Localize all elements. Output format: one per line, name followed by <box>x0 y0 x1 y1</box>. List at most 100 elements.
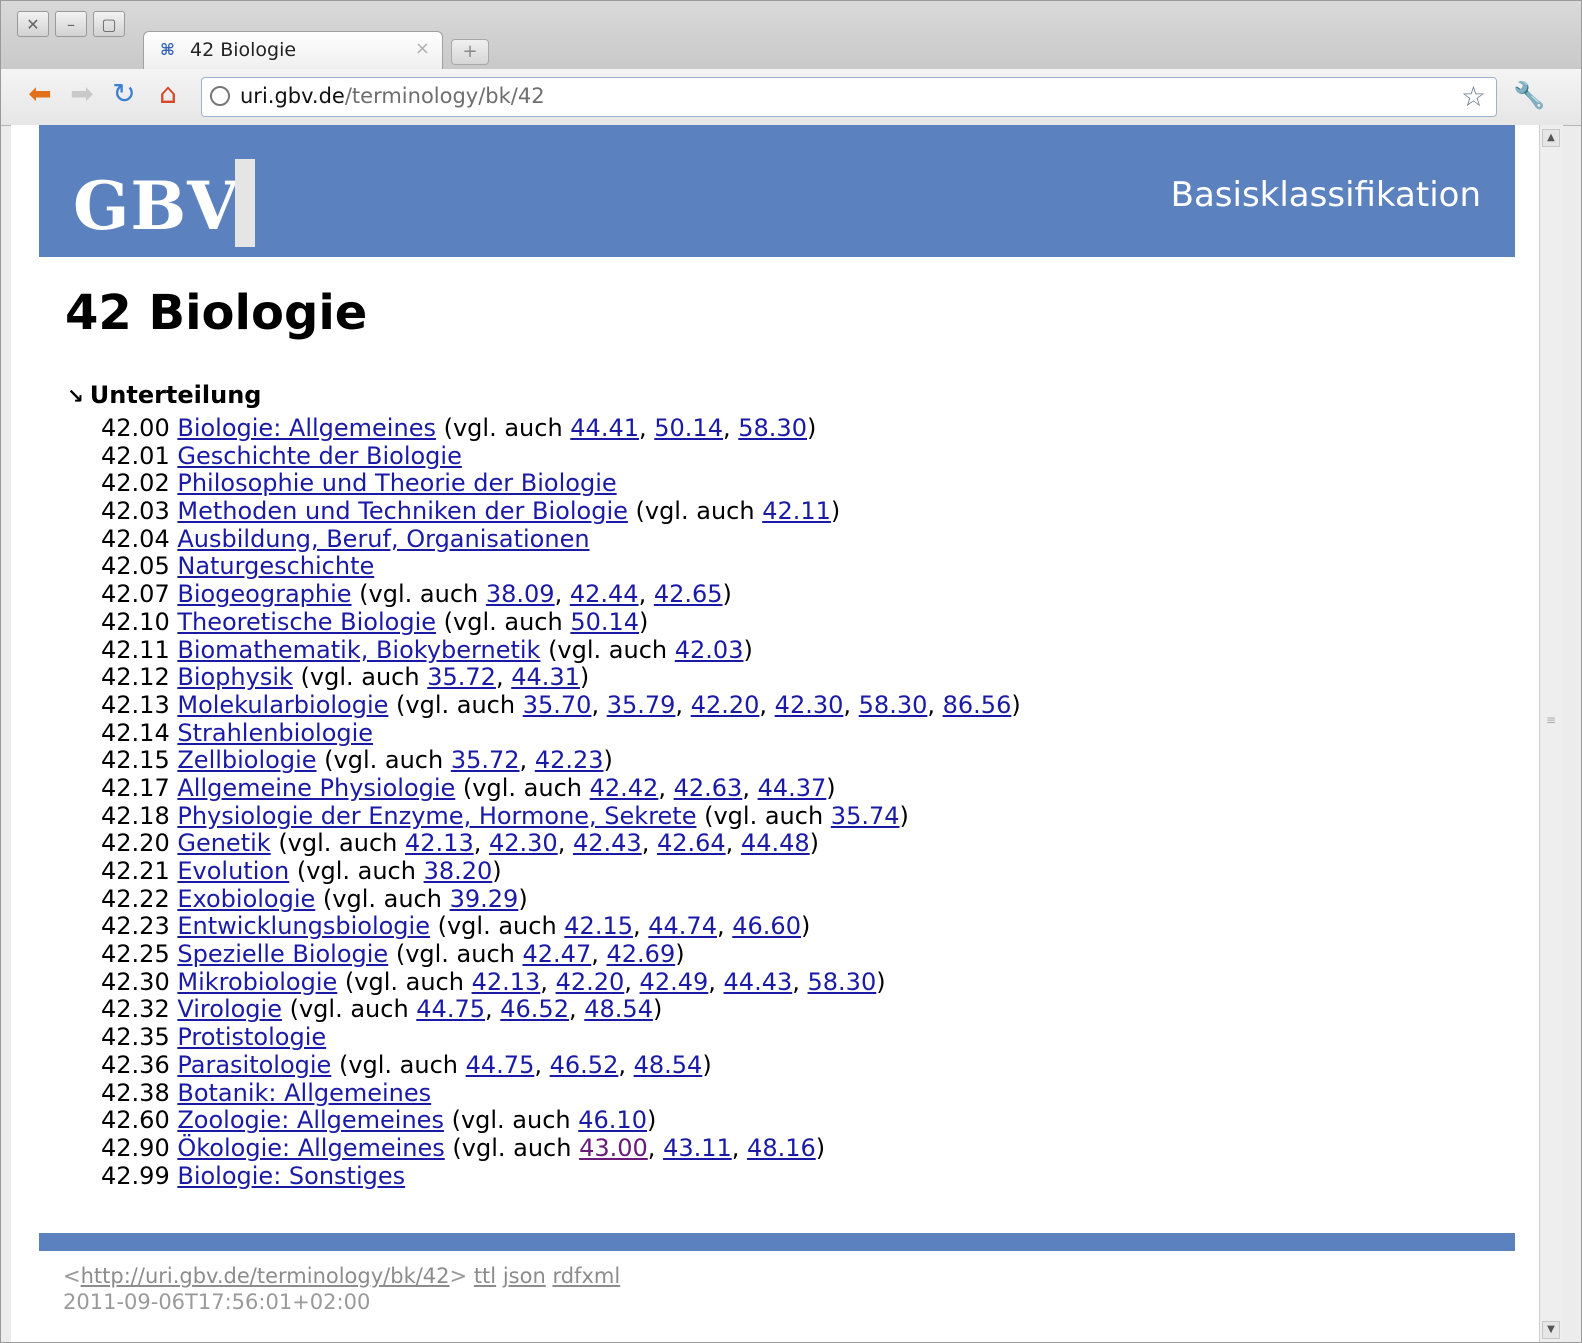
see-also-link[interactable]: 48.16 <box>747 1134 816 1162</box>
class-name-link[interactable]: Philosophie und Theorie der Biologie <box>177 469 616 498</box>
class-name-link[interactable]: Molekularbiologie <box>177 691 388 719</box>
class-name-link[interactable]: Genetik <box>177 829 270 857</box>
reload-icon[interactable]: ↻ <box>107 77 141 111</box>
window-minimize-button[interactable]: – <box>55 11 87 37</box>
browser-tab[interactable]: ⌘ 42 Biologie × <box>143 31 443 69</box>
class-name-link[interactable]: Parasitologie <box>177 1051 331 1079</box>
see-also-link[interactable]: 42.42 <box>590 774 659 802</box>
class-name-link[interactable]: Biologie: Sonstiges <box>177 1162 405 1190</box>
class-name-link[interactable]: Biogeographie <box>177 580 351 608</box>
see-also-link[interactable]: 35.72 <box>427 663 496 691</box>
see-also-link[interactable]: 42.03 <box>675 636 744 664</box>
see-also-link[interactable]: 46.60 <box>732 912 801 941</box>
bookmark-star-icon[interactable]: ☆ <box>1461 80 1486 113</box>
see-also-link[interactable]: 44.41 <box>570 414 639 442</box>
back-arrow-icon[interactable]: ⬅ <box>23 77 57 111</box>
class-name-link[interactable]: Biologie: Allgemeines <box>177 414 436 442</box>
see-also-link[interactable]: 46.52 <box>550 1051 619 1079</box>
see-also-link[interactable]: 42.30 <box>489 829 558 857</box>
class-name-link[interactable]: Geschichte der Biologie <box>177 442 461 470</box>
see-also-link[interactable]: 42.64 <box>657 829 726 857</box>
see-also-link[interactable]: 42.23 <box>535 746 604 774</box>
window-maximize-button[interactable]: ▢ <box>93 11 125 37</box>
class-name-link[interactable]: Ausbildung, Beruf, Organisationen <box>177 525 589 553</box>
class-name-link[interactable]: Strahlenbiologie <box>177 719 373 747</box>
scroll-grip-icon[interactable]: ≡ <box>1546 713 1556 727</box>
see-also-link[interactable]: 42.69 <box>607 940 676 968</box>
see-also-link[interactable]: 42.65 <box>654 580 723 608</box>
see-also-link[interactable]: 44.74 <box>648 912 717 941</box>
class-name-link[interactable]: Biophysik <box>177 663 293 691</box>
format-link-ttl[interactable]: ttl <box>474 1264 496 1288</box>
see-also-link[interactable]: 42.30 <box>775 691 844 719</box>
see-also-link[interactable]: 48.54 <box>634 1051 703 1079</box>
page-info-icon[interactable] <box>210 86 230 106</box>
vertical-scrollbar[interactable]: ▲ ≡ ▼ <box>1539 125 1563 1342</box>
window-close-button[interactable]: ✕ <box>17 11 49 37</box>
new-tab-button[interactable]: + <box>451 39 489 65</box>
see-also-link[interactable]: 86.56 <box>943 691 1012 719</box>
see-also-link[interactable]: 43.00 <box>579 1134 648 1162</box>
see-also-link[interactable]: 46.10 <box>578 1106 647 1134</box>
class-name-link[interactable]: Evolution <box>177 857 289 885</box>
format-link-json[interactable]: json <box>503 1264 546 1288</box>
see-also-link[interactable]: 42.13 <box>472 968 541 996</box>
see-also-link[interactable]: 35.72 <box>451 746 520 774</box>
see-also-link[interactable]: 44.48 <box>741 829 810 857</box>
see-also-link[interactable]: 44.37 <box>758 774 827 802</box>
see-also-link[interactable]: 50.14 <box>654 414 723 442</box>
scroll-up-icon[interactable]: ▲ <box>1542 129 1560 147</box>
class-name-link[interactable]: Exobiologie <box>177 885 315 913</box>
see-also-link[interactable]: 42.13 <box>405 829 474 857</box>
see-also-link[interactable]: 35.74 <box>831 802 900 830</box>
class-name-link[interactable]: Naturgeschichte <box>177 552 374 581</box>
class-name-link[interactable]: Allgemeine Physiologie <box>177 774 455 802</box>
forward-arrow-icon[interactable]: ➡ <box>65 77 99 111</box>
see-also-link[interactable]: 38.09 <box>486 580 555 608</box>
gbv-logo[interactable]: GBV <box>73 167 239 245</box>
see-also-link[interactable]: 58.30 <box>808 968 877 996</box>
see-also-link[interactable]: 43.11 <box>663 1134 732 1162</box>
class-name-link[interactable]: Theoretische Biologie <box>177 608 436 636</box>
see-also-link[interactable]: 35.70 <box>523 691 592 719</box>
see-also-link[interactable]: 50.14 <box>570 608 639 636</box>
see-also-link[interactable]: 44.75 <box>466 1051 535 1079</box>
see-also-link[interactable]: 42.49 <box>640 968 709 996</box>
see-also-link[interactable]: 44.31 <box>511 663 580 691</box>
class-name-link[interactable]: Entwicklungsbiologie <box>177 912 430 941</box>
see-also-link[interactable]: 42.44 <box>570 580 639 608</box>
see-also-link[interactable]: 42.20 <box>691 691 760 719</box>
see-also-link[interactable]: 42.11 <box>762 497 831 525</box>
class-name-link[interactable]: Virologie <box>177 995 282 1024</box>
see-also-link[interactable]: 42.15 <box>564 912 633 941</box>
see-also-link[interactable]: 38.20 <box>424 857 493 885</box>
class-name-link[interactable]: Spezielle Biologie <box>177 940 388 968</box>
see-also-link[interactable]: 48.54 <box>584 995 653 1024</box>
class-name-link[interactable]: Botanik: Allgemeines <box>177 1079 431 1107</box>
class-name-link[interactable]: Zellbiologie <box>177 746 316 774</box>
scroll-down-icon[interactable]: ▼ <box>1542 1321 1560 1339</box>
see-also-link[interactable]: 39.29 <box>450 885 519 913</box>
see-also-link[interactable]: 46.52 <box>500 995 569 1024</box>
see-also-link[interactable]: 42.43 <box>573 829 642 857</box>
class-name-link[interactable]: Protistologie <box>177 1023 326 1051</box>
see-also-link[interactable]: 44.75 <box>416 995 485 1024</box>
class-name-link[interactable]: Zoologie: Allgemeines <box>177 1106 444 1134</box>
see-also-link[interactable]: 42.63 <box>674 774 743 802</box>
class-name-link[interactable]: Biomathematik, Biokybernetik <box>177 636 540 664</box>
class-name-link[interactable]: Mikrobiologie <box>177 968 337 996</box>
see-also-link[interactable]: 42.47 <box>523 940 592 968</box>
format-link-rdfxml[interactable]: rdfxml <box>552 1264 620 1288</box>
concept-uri-link[interactable]: http://uri.gbv.de/terminology/bk/42 <box>81 1264 450 1288</box>
class-name-link[interactable]: Ökologie: Allgemeines <box>177 1134 444 1162</box>
see-also-link[interactable]: 58.30 <box>738 414 807 442</box>
see-also-link[interactable]: 35.79 <box>607 691 676 719</box>
see-also-link[interactable]: 42.20 <box>556 968 625 996</box>
tab-close-icon[interactable]: × <box>415 38 430 59</box>
wrench-menu-icon[interactable]: 🔧 <box>1513 81 1545 111</box>
home-icon[interactable]: ⌂ <box>151 77 185 111</box>
class-name-link[interactable]: Methoden und Techniken der Biologie <box>177 497 628 525</box>
see-also-link[interactable]: 58.30 <box>859 691 928 719</box>
address-bar[interactable]: uri.gbv.de/terminology/bk/42 ☆ <box>201 77 1497 117</box>
see-also-link[interactable]: 44.43 <box>724 968 793 996</box>
